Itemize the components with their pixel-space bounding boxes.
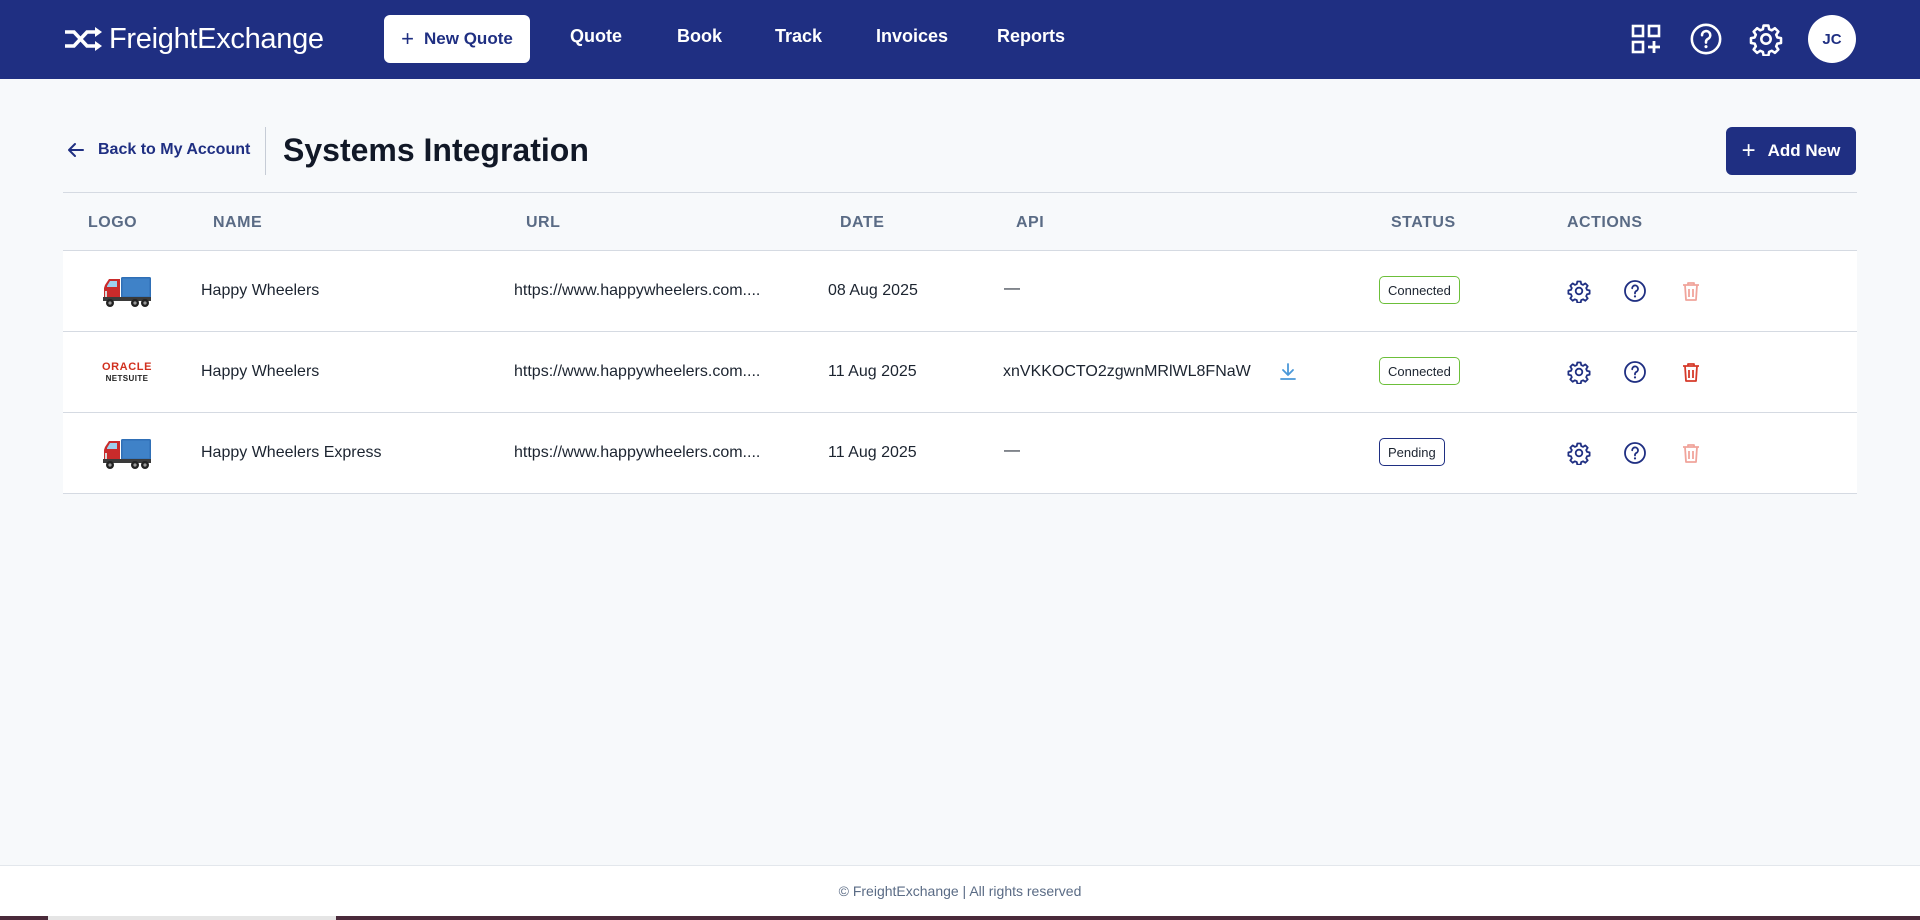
- column-header-actions: ACTIONS: [1567, 214, 1643, 231]
- delete-icon: [1678, 440, 1704, 466]
- nav-link-invoices[interactable]: Invoices: [876, 26, 948, 47]
- nav-link-track[interactable]: Track: [775, 26, 822, 47]
- integration-date: 11 Aug 2025: [828, 363, 917, 380]
- settings-icon[interactable]: [1566, 359, 1592, 385]
- nav-link-quote[interactable]: Quote: [570, 26, 622, 47]
- integration-api: —: [1004, 442, 1020, 459]
- back-link-label: Back to My Account: [98, 141, 251, 158]
- truck-logo: [101, 433, 153, 473]
- top-navigation-bar: FreightExchange + New Quote Quote Book T…: [0, 0, 1920, 79]
- column-header-logo: LOGO: [88, 214, 138, 231]
- integration-name: Happy Wheelers: [201, 282, 320, 299]
- bottom-strip: [0, 916, 1920, 920]
- brand-logo[interactable]: FreightExchange: [63, 20, 324, 58]
- settings-icon[interactable]: [1566, 278, 1592, 304]
- integration-date: 08 Aug 2025: [828, 282, 918, 299]
- integration-api: —: [1004, 280, 1020, 297]
- user-avatar[interactable]: JC: [1808, 15, 1856, 63]
- status-badge: Connected: [1379, 357, 1460, 385]
- delete-icon[interactable]: [1678, 359, 1704, 385]
- help-icon[interactable]: [1622, 359, 1648, 385]
- settings-icon[interactable]: [1566, 440, 1592, 466]
- delete-icon: [1678, 278, 1704, 304]
- column-header-url: URL: [526, 214, 561, 231]
- nav-link-book[interactable]: Book: [677, 26, 722, 47]
- integration-url: https://www.happywheelers.com....: [514, 282, 761, 299]
- integrations-table: LOGO NAME URL DATE API STATUS ACTIONS Ha…: [63, 192, 1857, 494]
- column-header-name: NAME: [213, 214, 263, 231]
- table-row: ORACLE NETSUITE Happy Wheelers https://w…: [63, 332, 1857, 413]
- footer-copyright: © FreightExchange | All rights reserved: [838, 883, 1082, 899]
- table-header: LOGO NAME URL DATE API STATUS ACTIONS: [63, 193, 1857, 251]
- status-badge: Connected: [1379, 276, 1460, 304]
- brand-shuffle-icon: [65, 27, 102, 51]
- column-header-status: STATUS: [1391, 214, 1456, 231]
- status-badge: Pending: [1379, 438, 1445, 466]
- table-row: Happy Wheelers Express https://www.happy…: [63, 413, 1857, 494]
- new-quote-label: New Quote: [424, 29, 513, 48]
- plus-icon: +: [401, 26, 415, 51]
- oracle-netsuite-logo: ORACLE NETSUITE: [101, 360, 153, 383]
- table-row: Happy Wheelers https://www.happywheelers…: [63, 251, 1857, 332]
- brand-name: FreightExchange: [109, 22, 324, 55]
- header-divider: [265, 127, 266, 175]
- nav-link-reports[interactable]: Reports: [997, 26, 1065, 47]
- new-quote-button[interactable]: + New Quote: [384, 15, 530, 63]
- integration-url: https://www.happywheelers.com....: [514, 363, 761, 380]
- add-new-label: Add New: [1767, 141, 1841, 160]
- integration-date: 11 Aug 2025: [828, 444, 917, 461]
- help-icon[interactable]: [1622, 440, 1648, 466]
- download-icon[interactable]: [1276, 360, 1300, 384]
- back-to-account-link[interactable]: Back to My Account: [66, 140, 250, 160]
- plus-icon: +: [1741, 137, 1756, 164]
- integration-name: Happy Wheelers Express: [201, 444, 382, 461]
- column-header-api: API: [1016, 214, 1045, 231]
- help-icon[interactable]: [1686, 19, 1726, 59]
- apps-add-icon[interactable]: [1626, 19, 1666, 59]
- page-title: Systems Integration: [283, 132, 589, 168]
- settings-icon[interactable]: [1746, 19, 1786, 59]
- page-footer: © FreightExchange | All rights reserved: [0, 865, 1920, 916]
- integration-api-key: xnVKKOCTO2zgwnMRlWL8FNaW: [1003, 363, 1251, 380]
- integration-name: Happy Wheelers: [201, 363, 320, 380]
- add-new-button[interactable]: + Add New: [1726, 127, 1856, 175]
- arrow-left-icon: [68, 143, 84, 157]
- column-header-date: DATE: [840, 214, 885, 231]
- help-icon[interactable]: [1622, 278, 1648, 304]
- truck-logo: [101, 271, 153, 311]
- integration-url: https://www.happywheelers.com....: [514, 444, 761, 461]
